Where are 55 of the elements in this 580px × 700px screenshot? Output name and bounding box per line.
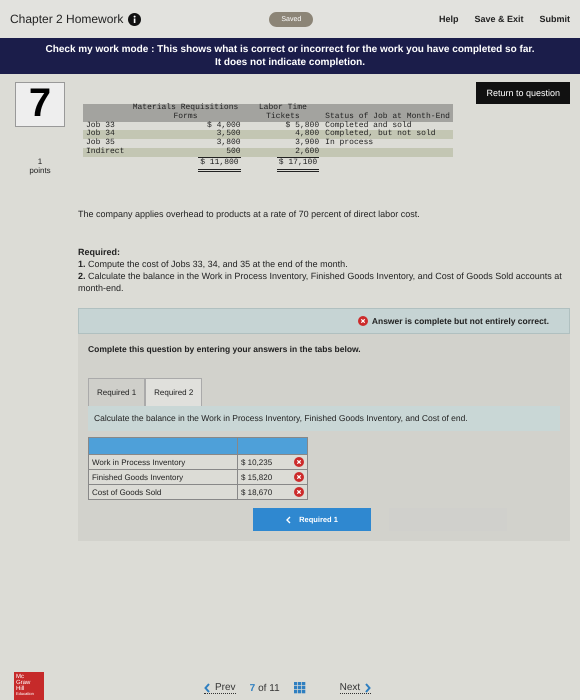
answer-cell[interactable]: $ 15,820 — [238, 470, 308, 485]
table-cell: Job 35 — [83, 139, 128, 148]
required-heading: Required: — [78, 246, 122, 258]
next-link[interactable]: Next — [340, 682, 372, 694]
header-cell — [83, 104, 128, 122]
required-item: 2. Calculate the balance in the Work in Process Inventory, Finished Goods Inventory, and Cost of Goods Sold accounts at month-end. — [78, 270, 563, 294]
table-cell: Completed and sold — [322, 122, 453, 130]
table-cell: 500 — [127, 148, 244, 157]
points-value: 1 — [38, 157, 42, 166]
table-cell: Finished Goods Inventory — [88, 470, 238, 485]
table-cell: Cost of Goods Sold — [88, 484, 238, 500]
info-icon[interactable] — [128, 12, 142, 26]
answer-cell[interactable]: $ 18,670 — [238, 484, 308, 500]
overhead-text: The company applies overhead to products at a rate of 70 percent of direct labor cost. — [78, 208, 421, 220]
assignment-title: Chapter 2 Homework — [10, 12, 124, 26]
tab-prompt: Calculate the balance in the Work in Process Inventory, Finished Goods Inventory, and Cost of end. — [88, 406, 560, 432]
table-cell: 3,900 — [244, 139, 322, 148]
table-cell: Completed, but not sold — [322, 130, 453, 140]
table-cell: Job 33 — [83, 122, 128, 130]
table-cell: 4,800 — [244, 130, 322, 140]
answer-status: Answer is complete but not entirely correct. — [372, 316, 549, 326]
table-cell: Work in Process Inventory — [88, 454, 238, 470]
chevron-left-icon — [286, 516, 292, 524]
column-header: Labor Time Tickets — [244, 104, 322, 122]
tab[interactable]: Required 2 — [145, 378, 202, 406]
header-link[interactable]: Save & Exit — [474, 14, 524, 24]
check-mode-notice: It does not indicate completion. — [214, 57, 366, 68]
prev-link[interactable]: Prev — [204, 682, 236, 694]
table-cell: 2,600 — [244, 148, 322, 157]
answer-cell[interactable]: $ 10,235 — [238, 454, 308, 470]
total-cell: $ 17,100 — [276, 156, 320, 172]
page-number: 7 — [250, 682, 256, 694]
required-item: 1. Compute the cost of Jobs 33, 34, and 35 at the end of the month. — [78, 258, 349, 270]
page-total: of 11 — [258, 682, 280, 694]
points-label: points — [29, 166, 51, 175]
table-cell: Job 34 — [83, 130, 128, 140]
header-link[interactable]: Help — [438, 14, 458, 24]
table-cell: In process — [322, 139, 453, 148]
tab[interactable]: Required 1 — [88, 378, 146, 406]
column-header: Materials Requisitions Forms — [127, 104, 244, 122]
table-cell: Indirect — [83, 148, 128, 157]
question-number: 7 — [15, 82, 65, 127]
table-cell: 3,800 — [127, 139, 244, 148]
header-link[interactable]: Submit — [540, 14, 570, 24]
grid-icon[interactable] — [294, 682, 306, 694]
total-cell: $ 11,800 — [198, 156, 241, 172]
table-cell: $ 4,000 — [127, 122, 244, 130]
chevron-right-icon — [364, 682, 372, 692]
chevron-left-icon — [204, 682, 211, 692]
table-cell: $ 5,800 — [244, 122, 322, 130]
column-header: Status of Job at Month-End — [322, 104, 453, 122]
return-button[interactable]: Return to question — [476, 82, 570, 104]
instructions: Complete this question by entering your answers in the tabs below. — [88, 344, 362, 354]
table-cell: 3,500 — [127, 130, 244, 140]
check-mode-notice: Check my work mode : This shows what is correct or incorrect for the work you have completed so far. — [44, 44, 536, 55]
